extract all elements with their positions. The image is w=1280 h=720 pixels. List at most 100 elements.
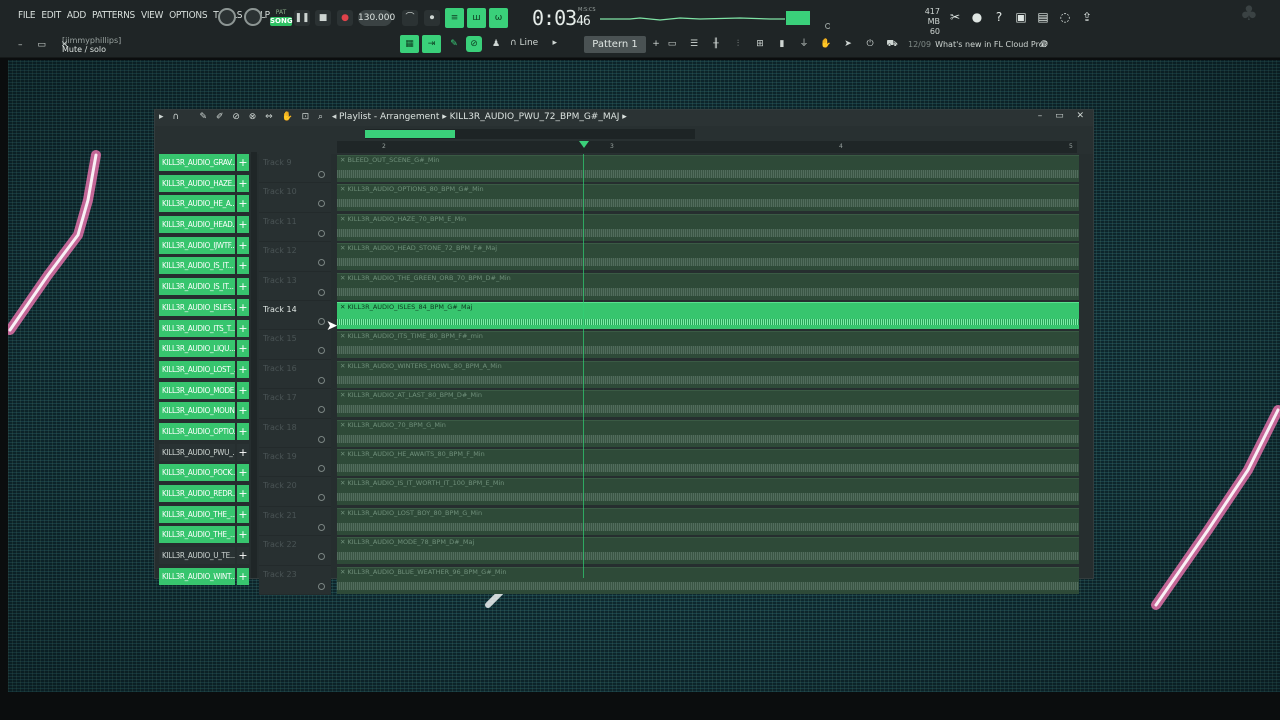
track-row[interactable]: Track 16 ✕ KILL3R_AUDIO_WINTERS_HOWL_80_B… (259, 359, 1093, 390)
channel-item[interactable]: KILL3R_AUDIO_PWU_... + (157, 442, 249, 463)
channel-label[interactable]: KILL3R_AUDIO_IJWTF... (159, 236, 235, 254)
plus-icon[interactable]: + (237, 567, 249, 585)
track-row[interactable]: Track 22 ✕ KILL3R_AUDIO_MODE_78_BPM_D#_Ma… (259, 536, 1093, 566)
channel-label[interactable]: KILL3R_AUDIO_HEAD... (159, 216, 235, 234)
draw-tool-icon[interactable]: ✎ (446, 36, 462, 52)
channel-item[interactable]: KILL3R_AUDIO_MODE... + (157, 380, 249, 401)
playlist-tool-icons[interactable]: ▸ ∩ ✎ ✐ ⊘ ⊗ ⇔ ✋ ⊡ ⌕ ◂ (159, 112, 339, 122)
mute-toggle[interactable] (318, 318, 325, 325)
track-header[interactable]: Track 13 (259, 271, 331, 301)
audio-clip[interactable]: ✕ KILL3R_AUDIO_HE_AWAITS_80_BPM_F_Min (337, 449, 1079, 476)
plus-icon[interactable]: + (237, 443, 249, 461)
export-icon[interactable]: ▤ (1036, 10, 1050, 24)
playhead-marker[interactable] (579, 141, 589, 148)
timeline-scroll[interactable] (365, 129, 695, 139)
chat-icon[interactable]: ◌ (1058, 10, 1072, 24)
channel-label[interactable]: KILL3R_AUDIO_ITS_T... (159, 319, 235, 337)
track-row[interactable]: Track 17 ✕ KILL3R_AUDIO_AT_LAST_80_BPM_D#… (259, 389, 1093, 419)
track-row[interactable]: Track 21 ✕ KILL3R_AUDIO_LOST_BOY_80_BPM_G… (259, 506, 1093, 537)
menu-patterns[interactable]: PATTERNS (92, 10, 135, 21)
plus-icon[interactable]: + (237, 319, 249, 337)
plus-icon[interactable]: + (237, 526, 249, 544)
track-row[interactable]: Track 11 ✕ KILL3R_AUDIO_HAZE_70_BPM_E_Min (259, 212, 1093, 243)
audio-clip[interactable]: ✕ KILL3R_AUDIO_ITS_TIME_80_BPM_F#_min (337, 331, 1079, 359)
audio-clip[interactable]: ✕ BLEED_OUT_SCENE_G#_Min (337, 155, 1079, 182)
channel-label[interactable]: KILL3R_AUDIO_POCK... (159, 464, 235, 482)
plus-icon[interactable]: + (237, 340, 249, 358)
track-header[interactable]: Track 11 (259, 212, 331, 243)
mute-toggle[interactable] (318, 435, 325, 443)
channel-item[interactable]: KILL3R_AUDIO_REDR... + (157, 483, 249, 504)
plus-icon[interactable]: + (237, 174, 249, 192)
audio-clip[interactable]: ✕ KILL3R_AUDIO_MODE_78_BPM_D#_Maj (337, 537, 1079, 565)
stop-button[interactable]: ■ (315, 10, 331, 26)
plus-icon[interactable]: + (237, 195, 249, 213)
plus-icon[interactable]: + (237, 505, 249, 523)
audio-clip[interactable]: ✕ KILL3R_AUDIO_BLUE_WEATHER_96_BPM_G#_Mi… (337, 566, 1079, 594)
track-row[interactable]: Track 20 ✕ KILL3R_AUDIO_IS_IT_WORTH_IT_10… (259, 477, 1093, 507)
audio-clip[interactable]: ✕ KILL3R_AUDIO_IS_IT_WORTH_IT_100_BPM_E_… (337, 478, 1079, 506)
channel-item[interactable]: KILL3R_AUDIO_THE_... + (157, 504, 249, 525)
channel-rack-icon[interactable]: ☰ (686, 36, 702, 52)
plus-icon[interactable]: + (237, 257, 249, 275)
mixer-icon[interactable]: ⫶ (730, 36, 746, 52)
plus-icon[interactable]: + (237, 154, 249, 171)
channel-label[interactable]: KILL3R_AUDIO_HE_A... (159, 195, 235, 213)
channel-item[interactable]: KILL3R_AUDIO_ITS_T... + (157, 318, 249, 339)
add-pattern-icon[interactable]: + (648, 36, 664, 52)
menu-options[interactable]: OPTIONS (169, 10, 207, 21)
mute-toggle[interactable] (318, 465, 325, 472)
channel-label[interactable]: KILL3R_AUDIO_MOUN... (159, 402, 235, 420)
audio-clip[interactable]: ✕ KILL3R_AUDIO_OPTIONS_80_BPM_G#_Min (337, 184, 1079, 212)
audio-clip[interactable]: ✕ KILL3R_AUDIO_ISLES_84_BPM_G#_Maj (337, 302, 1079, 329)
channel-scrollbar[interactable] (251, 152, 257, 578)
menu-file[interactable]: FILE (18, 10, 36, 21)
channel-label[interactable]: KILL3R_AUDIO_IS_IT... (159, 278, 235, 296)
audio-clip[interactable]: ✕ KILL3R_AUDIO_70_BPM_G_Min (337, 419, 1079, 447)
channel-item[interactable]: KILL3R_AUDIO_IS_IT... + (157, 255, 249, 276)
mute-toggle[interactable] (318, 229, 325, 237)
play-button[interactable]: ❚❚ (294, 10, 310, 26)
countdown-button[interactable]: ≡ (445, 8, 464, 28)
mute-toggle[interactable] (318, 259, 325, 267)
audio-clip[interactable]: ✕ KILL3R_AUDIO_AT_LAST_80_BPM_D#_Min (337, 390, 1079, 418)
audio-clip[interactable]: ✕ KILL3R_AUDIO_HEAD_STONE_72_BPM_F#_Maj (337, 243, 1079, 271)
help-icon[interactable]: ? (992, 10, 1006, 24)
track-header[interactable]: Track 17 (259, 389, 331, 419)
upload-icon[interactable]: ⇪ (1080, 10, 1094, 24)
snap-select[interactable]: ∩ Line ▸ (510, 38, 557, 48)
channel-label[interactable]: KILL3R_AUDIO_U_TE... (159, 547, 235, 565)
touch-icon[interactable]: ✋ (818, 36, 834, 52)
snap-main-button[interactable]: ▦ (400, 35, 419, 53)
track-header[interactable]: Track 19 (259, 448, 331, 478)
channel-label[interactable]: KILL3R_AUDIO_LOST_... (159, 360, 235, 378)
track-row[interactable]: Track 9 ✕ BLEED_OUT_SCENE_G#_Min (259, 154, 1093, 184)
track-header[interactable]: Track 9 (259, 154, 331, 184)
channel-label[interactable]: KILL3R_AUDIO_REDR... (159, 485, 235, 502)
plus-icon[interactable]: + (237, 216, 249, 234)
menu-edit[interactable]: EDIT (41, 10, 61, 21)
channel-label[interactable]: KILL3R_AUDIO_HAZE... (159, 174, 235, 192)
track-header[interactable]: Track 20 (259, 477, 331, 507)
channel-item[interactable]: KILL3R_AUDIO_LIQU... + (157, 338, 249, 359)
track-row[interactable]: Track 10 ✕ KILL3R_AUDIO_OPTIONS_80_BPM_G#… (259, 183, 1093, 213)
track-row[interactable]: Track 14 ✕ KILL3R_AUDIO_ISLES_84_BPM_G#_M… (259, 301, 1093, 331)
plus-icon[interactable]: + (237, 236, 249, 254)
record-button[interactable]: ● (337, 10, 353, 26)
channel-item[interactable]: KILL3R_AUDIO_WINT... + (157, 566, 249, 587)
mute-toggle[interactable] (318, 347, 325, 355)
channel-label[interactable]: KILL3R_AUDIO_THE_... (159, 505, 235, 523)
channel-item[interactable]: KILL3R_AUDIO_HAZE... + (157, 173, 249, 194)
paint-tool-icon[interactable]: ⊘ (466, 36, 482, 52)
channel-label[interactable]: KILL3R_AUDIO_GRAV... (159, 154, 235, 171)
cut-icon[interactable]: ✂ (948, 10, 962, 24)
snap-alt-button[interactable]: ⇥ (422, 35, 441, 53)
track-header[interactable]: Track 16 (259, 359, 331, 390)
pattern-selector[interactable]: Pattern 1 (584, 36, 646, 53)
channel-item[interactable]: KILL3R_AUDIO_U_TE... + (157, 545, 249, 566)
mute-toggle[interactable] (318, 582, 325, 590)
mute-toggle[interactable] (318, 406, 325, 414)
channel-item[interactable]: KILL3R_AUDIO_IJWTF... + (157, 235, 249, 256)
metronome-icon[interactable]: ⌒ (402, 10, 418, 26)
mute-toggle[interactable] (318, 523, 325, 531)
